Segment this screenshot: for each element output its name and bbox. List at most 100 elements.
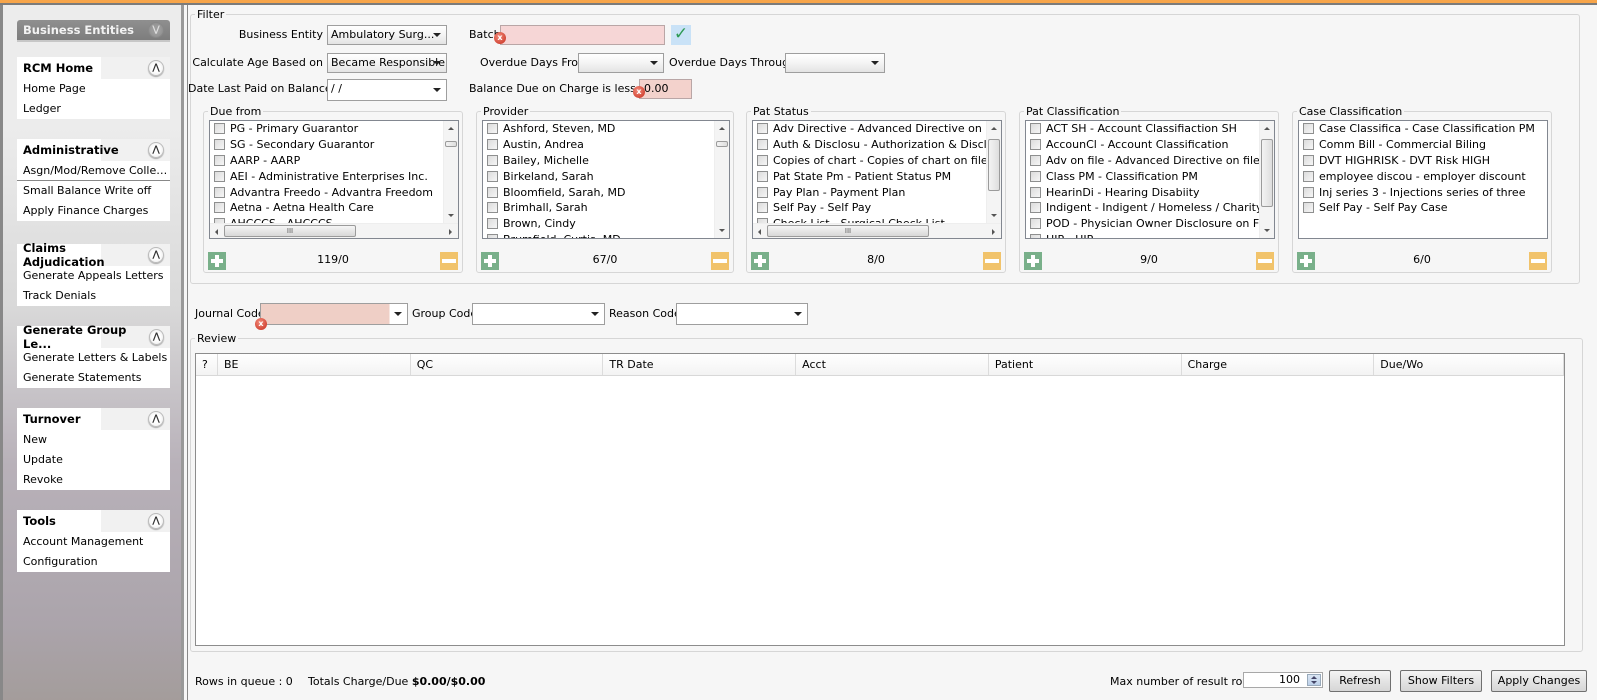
sidebar-item-small-balance-write-off[interactable]: Small Balance Write off — [17, 181, 170, 201]
deselect-all-minus-icon[interactable] — [440, 252, 458, 270]
list-item[interactable]: Indigent - Indigent / Homeless / Charity — [1026, 200, 1274, 216]
list-item[interactable]: HearinDi - Hearing Disabiity — [1026, 184, 1274, 200]
checkbox[interactable] — [1030, 123, 1041, 135]
group-code-select[interactable] — [472, 303, 605, 325]
checkbox[interactable] — [757, 123, 768, 135]
scroll-up-icon[interactable] — [719, 127, 725, 130]
checkbox-list[interactable]: PG - Primary Guarantor SG - Secondary Gua… — [209, 120, 459, 239]
list-item[interactable]: Bloomfield, Sarah, MD — [483, 184, 729, 200]
checkbox[interactable] — [214, 186, 225, 198]
checkbox[interactable] — [1303, 170, 1314, 182]
checkbox-list[interactable]: Ashford, Steven, MD Austin, Andrea Bailey,… — [482, 120, 730, 239]
list-item[interactable]: employee discou - employer discount — [1299, 168, 1547, 184]
column-header[interactable]: Due/Wo — [1374, 354, 1565, 375]
group-header[interactable]: Generate Group Le... ⋀ — [17, 323, 170, 351]
sidebar-item-generate-statements[interactable]: Generate Statements — [17, 368, 170, 388]
spinner-arrows-icon[interactable] — [1307, 674, 1321, 686]
list-item[interactable]: POD - Physician Owner Disclosure on File — [1026, 216, 1274, 232]
list-item[interactable]: DVT HIGHRISK - DVT Risk HIGH — [1299, 153, 1547, 169]
reason-code-select[interactable] — [676, 303, 808, 325]
balance-due-input[interactable]: 0.00 — [639, 79, 692, 99]
business-entities-header[interactable]: Business Entities ⋁ — [17, 20, 170, 42]
chevron-up-icon[interactable]: ⋀ — [148, 411, 164, 427]
group-header[interactable]: Administrative ⋀ — [17, 139, 170, 161]
checkbox[interactable] — [487, 218, 498, 230]
checkbox[interactable] — [487, 186, 498, 198]
group-header[interactable]: RCM Home ⋀ — [17, 57, 170, 79]
sidebar-item-ledger[interactable]: Ledger — [17, 99, 170, 119]
scroll-up-icon[interactable] — [991, 127, 997, 130]
scroll-up-icon[interactable] — [448, 127, 454, 130]
checkbox[interactable] — [1030, 139, 1041, 151]
sidebar-item-new[interactable]: New — [17, 430, 170, 450]
sidebar-item-revoke[interactable]: Revoke — [17, 470, 170, 490]
checkbox[interactable] — [214, 202, 225, 214]
column-header[interactable]: Charge — [1182, 354, 1375, 375]
list-item[interactable]: Pat State Pm - Patient Status PM — [753, 168, 1001, 184]
scroll-thumb[interactable] — [445, 141, 457, 147]
list-item[interactable]: Auth & Disclosu - Authorization & Disclo… — [753, 137, 1001, 153]
sidebar-item-account-management[interactable]: Account Management — [17, 532, 170, 552]
horizontal-scrollbar[interactable]: III — [210, 223, 458, 238]
checkbox[interactable] — [487, 233, 498, 238]
apply-changes-button[interactable]: Apply Changes — [1491, 670, 1587, 692]
checkbox[interactable] — [1303, 202, 1314, 214]
vertical-scrollbar[interactable] — [443, 121, 458, 223]
scroll-thumb[interactable] — [1261, 139, 1273, 207]
sidebar-item-generate-letters-labels[interactable]: Generate Letters & Labels — [17, 348, 170, 368]
column-header[interactable]: BE — [218, 354, 411, 375]
business-entity-select[interactable]: Ambulatory Surg... — [327, 25, 447, 45]
date-last-paid-picker[interactable]: / / — [327, 79, 447, 101]
list-item[interactable]: Case Classifica - Case Classification PM — [1299, 121, 1547, 137]
show-filters-button[interactable]: Show Filters — [1400, 670, 1482, 692]
scroll-down-icon[interactable] — [448, 214, 454, 217]
column-header[interactable]: Patient — [989, 354, 1182, 375]
checkbox-list[interactable]: ACT SH - Account Classifiaction SH Accoun… — [1025, 120, 1275, 239]
chevron-up-icon[interactable]: ⋀ — [148, 513, 164, 529]
checkbox[interactable] — [757, 186, 768, 198]
calculate-age-select[interactable]: Became Responsible — [327, 53, 447, 73]
deselect-all-minus-icon[interactable] — [1256, 252, 1274, 270]
vertical-scrollbar[interactable] — [1259, 121, 1274, 238]
checkbox[interactable] — [487, 123, 498, 135]
list-item[interactable]: Austin, Andrea — [483, 137, 729, 153]
scroll-right-icon[interactable] — [449, 229, 452, 235]
sidebar-item-update[interactable]: Update — [17, 450, 170, 470]
checkbox[interactable] — [1030, 218, 1041, 230]
list-item[interactable]: Brumfield, Curtis, MD — [483, 232, 729, 238]
chevron-up-icon[interactable]: ⋀ — [148, 142, 164, 158]
list-item[interactable]: Advantra Freedo - Advantra Freedom — [210, 184, 458, 200]
scroll-left-icon[interactable] — [215, 229, 218, 235]
deselect-all-minus-icon[interactable] — [711, 252, 729, 270]
max-rows-spinner[interactable]: 100 — [1243, 672, 1323, 688]
vertical-scrollbar[interactable] — [986, 121, 1001, 223]
list-item[interactable]: Comm Bill - Commercial Biling — [1299, 137, 1547, 153]
list-item[interactable]: AEI - Administrative Enterprises Inc. — [210, 168, 458, 184]
list-item[interactable]: Adv Directive - Advanced Directive on Fi… — [753, 121, 1001, 137]
list-item[interactable]: Ashford, Steven, MD — [483, 121, 729, 137]
sidebar-item-home-page[interactable]: Home Page — [17, 79, 170, 99]
checkbox[interactable] — [1030, 186, 1041, 198]
sidebar-item-generate-appeals-letters[interactable]: Generate Appeals Letters — [17, 266, 170, 286]
list-item[interactable]: Aetna - Aetna Health Care — [210, 200, 458, 216]
column-header[interactable]: QC — [411, 354, 604, 375]
group-header[interactable]: Turnover ⋀ — [17, 408, 170, 430]
checkbox[interactable] — [1303, 139, 1314, 151]
scroll-right-icon[interactable] — [992, 229, 995, 235]
scroll-up-icon[interactable] — [1264, 127, 1270, 130]
checkbox[interactable] — [487, 154, 498, 166]
sidebar-item-configuration[interactable]: Configuration — [17, 552, 170, 572]
chevron-up-icon[interactable]: ⋀ — [148, 247, 164, 263]
deselect-all-minus-icon[interactable] — [1529, 252, 1547, 270]
checkbox[interactable] — [757, 154, 768, 166]
list-item[interactable]: Adv on file - Advanced Directive on file — [1026, 153, 1274, 169]
vertical-scrollbar[interactable] — [714, 121, 729, 238]
deselect-all-minus-icon[interactable] — [983, 252, 1001, 270]
checkbox[interactable] — [1030, 154, 1041, 166]
list-item[interactable]: Bailey, Michelle — [483, 153, 729, 169]
checkbox[interactable] — [757, 170, 768, 182]
checkbox[interactable] — [1030, 202, 1041, 214]
sidebar-item-apply-finance-charges[interactable]: Apply Finance Charges — [17, 201, 170, 221]
list-item[interactable]: AARP - AARP — [210, 153, 458, 169]
overdue-through-select[interactable] — [785, 53, 885, 73]
